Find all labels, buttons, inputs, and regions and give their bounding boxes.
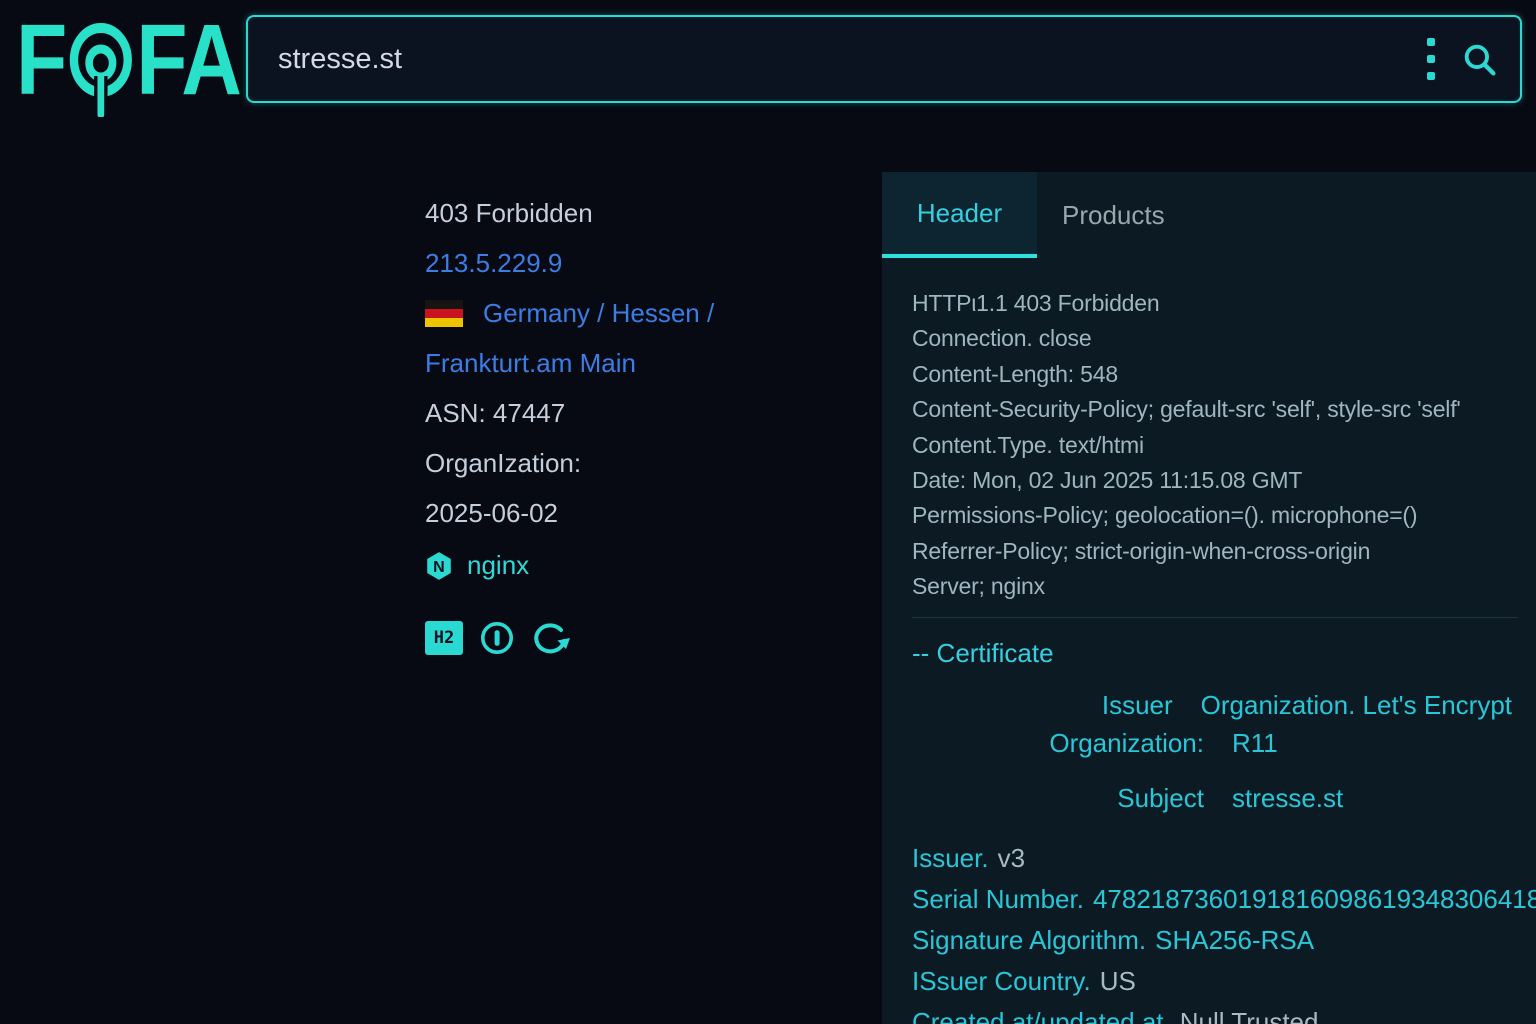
host-title: 403 Forbidden	[425, 200, 865, 227]
tab-products[interactable]: Products	[1037, 172, 1190, 258]
cert-field: ISsuer Country. US	[912, 968, 1536, 994]
http-header-line: Server; nginx	[912, 569, 1536, 604]
http-header-line: Content-Security-Policy; gefault-src 'se…	[912, 392, 1536, 427]
http-header-line: Content.Type. text/htmi	[912, 428, 1536, 463]
certificate-section-title: -- Certificate	[912, 638, 1054, 669]
http-header-line: Permissions-Policy; geolocation=(). micr…	[912, 498, 1536, 533]
http-header-line: Referrer-Policy; strict-origin-when-cros…	[912, 534, 1536, 569]
logo-letter-f: F	[16, 14, 66, 106]
cert-field: Signature Algorithm. SHA256-RSA	[912, 927, 1536, 953]
host-ip-link[interactable]: 213.5.229.9	[425, 250, 865, 277]
cert-field: Issuer. v3	[912, 845, 1536, 871]
h2-badge-icon[interactable]: H2	[425, 621, 463, 655]
http-header-line: Content-Length: 548	[912, 357, 1536, 392]
http-header-line: Connection. close	[912, 321, 1536, 356]
http-header-line: HTTPι1.1 403 Forbidden	[912, 286, 1536, 321]
detail-panel: HeaderProducts HTTPι1.1 403 ForbiddenCon…	[882, 172, 1536, 1024]
host-location-links[interactable]: Germany / Hessen /	[483, 298, 714, 328]
search-bar	[246, 15, 1522, 103]
host-action-icons: H2	[425, 621, 865, 655]
cert-row-label: Subject	[912, 785, 1204, 811]
cert-row-label: Issuer	[912, 692, 1173, 718]
cert-field-label: Issuer.	[912, 843, 989, 873]
cert-row-label: Organization:	[912, 730, 1204, 756]
cert-field-label: ISsuer Country.	[912, 966, 1091, 996]
kebab-menu-icon[interactable]	[1427, 38, 1435, 80]
fofa-o-pin-icon	[64, 18, 138, 118]
cert-field-value: US	[1100, 966, 1136, 996]
svg-text:N: N	[433, 557, 445, 575]
refresh-icon[interactable]	[531, 621, 571, 655]
tab-header[interactable]: Header	[882, 172, 1037, 258]
cert-field: Created at/updated at. Null Trusted	[912, 1009, 1536, 1024]
cert-row-value: R11	[1232, 730, 1278, 756]
nginx-shield-icon: N	[425, 551, 453, 581]
server-product-label: nginx	[467, 550, 529, 581]
fofa-logo[interactable]: F FA	[16, 14, 240, 118]
section-divider	[912, 617, 1518, 618]
host-city-link[interactable]: Frankturt.am Main	[425, 350, 865, 377]
cert-field-value: Null Trusted	[1180, 1007, 1319, 1024]
cert-field: Serial Number. 47821873601918160986193483…	[912, 886, 1536, 912]
cert-field-value: SHA256-RSA	[1155, 925, 1314, 955]
host-asn: ASN: 47447	[425, 400, 865, 427]
server-product-link[interactable]: N nginx	[425, 550, 865, 581]
cert-summary-row: Subject stresse.st	[912, 785, 1512, 811]
cert-field-label: Serial Number.	[912, 884, 1084, 914]
host-date: 2025-06-02	[425, 500, 865, 527]
search-input[interactable]	[248, 17, 1423, 101]
cert-field-value: 4782187360191816098619348306418	[1093, 884, 1536, 914]
cert-summary-row: Issuer Organization. Let's Encrypt	[912, 692, 1512, 718]
cert-field-label: Created at/updated at.	[912, 1007, 1171, 1024]
detail-tabbar: HeaderProducts	[882, 172, 1536, 258]
search-icon[interactable]	[1461, 41, 1498, 78]
cert-row-value: Organization. Let's Encrypt	[1201, 692, 1512, 718]
cert-field-value: v3	[998, 843, 1025, 873]
germany-flag-icon	[425, 300, 463, 327]
http-header-block: HTTPι1.1 403 ForbiddenConnection. closeC…	[912, 286, 1536, 605]
cert-summary-row: Organization: R11	[912, 730, 1512, 756]
cert-row-value: stresse.st	[1232, 785, 1343, 811]
host-org-label: OrganIzation:	[425, 450, 865, 477]
logo-letters-fa: FA	[136, 14, 240, 106]
cert-field-label: Signature Algorithm.	[912, 925, 1146, 955]
host-summary-panel: 403 Forbidden 213.5.229.9 Germany / Hess…	[425, 200, 865, 655]
info-circle-icon[interactable]	[480, 621, 514, 655]
certificate-summary-table: Issuer Organization. Let's Encrypt Organ…	[912, 692, 1512, 823]
http-header-line: Date: Mon, 02 Jun 2025 11:15.08 GMT	[912, 463, 1536, 498]
certificate-fields: Issuer. v3 Serial Number. 4782187360191816…	[912, 845, 1536, 1024]
host-location-row: Germany / Hessen /	[425, 300, 865, 327]
